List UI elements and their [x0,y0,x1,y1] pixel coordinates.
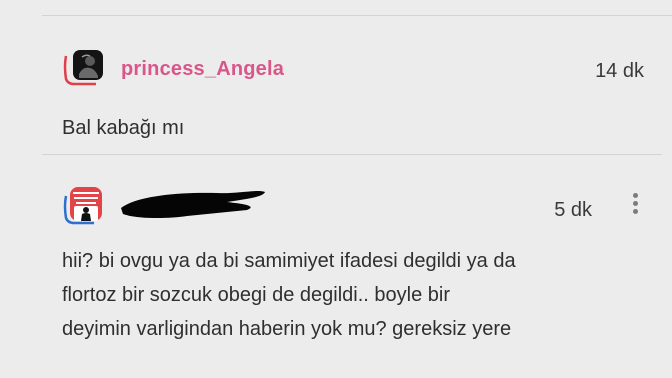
avatar[interactable] [60,184,106,230]
comment-item: 5 dk hii? bi ovgu ya da bi samimiyet ifa… [0,156,672,378]
username[interactable]: princess_Angela [121,58,284,81]
comment-text-line: flortoz bir sozcuk obegi de degildi.. bo… [62,284,450,306]
comment-text: hii? bi ovgu ya da bi samimiyet ifadesi … [62,244,658,346]
more-vertical-icon[interactable] [626,190,644,224]
comment-text-line: Bal kabağı mı [62,117,185,139]
avatar[interactable] [60,46,106,92]
cropped-previous-text [200,0,400,4]
comment-divider [42,154,662,155]
comment-text-line: deyimin varligindan haberin yok mu? gere… [62,318,512,340]
comment-item: princess_Angela 14 dk Bal kabağı mı [0,16,672,156]
redacted-username [117,186,267,222]
comment-text-line: hii? bi ovgu ya da bi samimiyet ifadesi … [62,250,516,272]
comment-text: Bal kabağı mı [62,111,658,145]
comment-time: 14 dk [595,60,644,82]
comment-time: 5 dk [554,199,592,221]
